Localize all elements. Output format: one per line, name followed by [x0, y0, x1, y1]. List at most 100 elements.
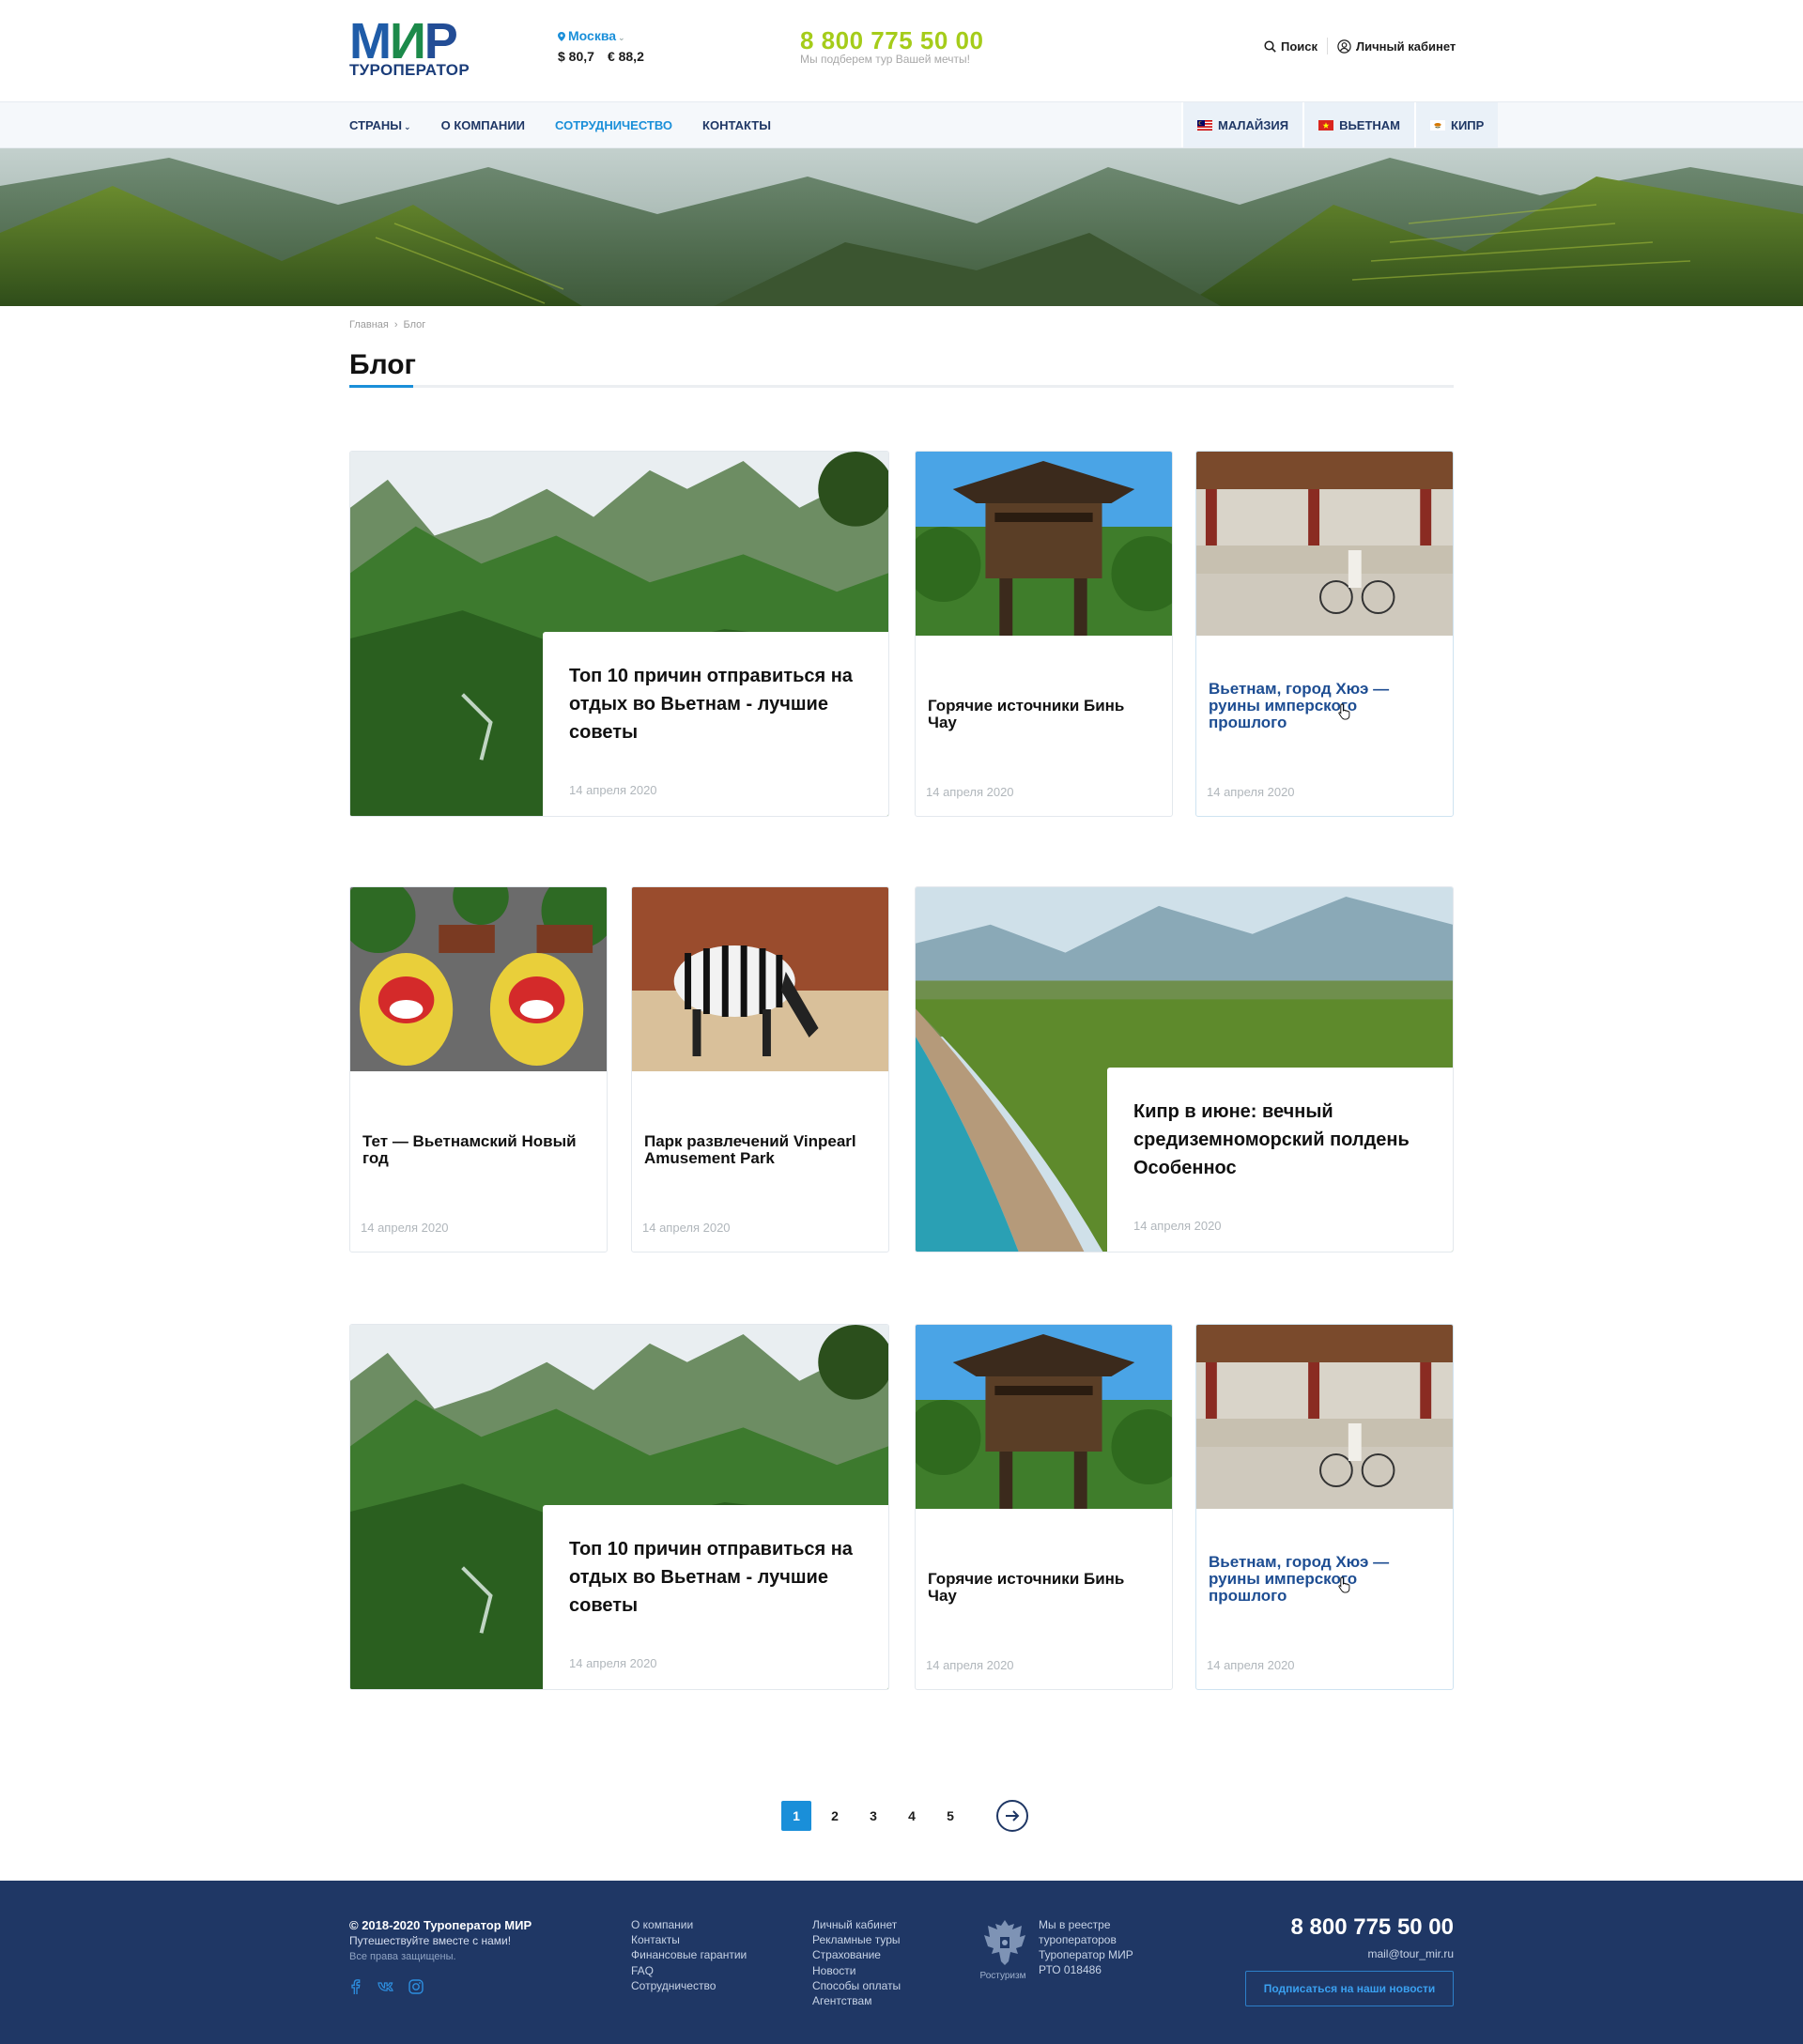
- currency-rates: $ 80,7 € 88,2: [558, 49, 644, 64]
- zebra-photo: [632, 887, 888, 1071]
- card-date: 14 апреля 2020: [569, 1656, 657, 1670]
- footer-link[interactable]: Сотрудничество: [631, 1978, 747, 1993]
- footer-link[interactable]: Способы оплаты: [812, 1978, 901, 1993]
- footer-link[interactable]: Личный кабинет: [812, 1917, 901, 1932]
- breadcrumb-home[interactable]: Главная: [349, 319, 389, 330]
- hand-pointer-icon: [1338, 1576, 1350, 1593]
- emblem-caption: Ростуризм: [979, 1971, 1026, 1981]
- card-title[interactable]: Кипр в июне: вечный средиземноморский по…: [1133, 1098, 1432, 1182]
- card-title[interactable]: Парк развлечений Vinpearl Amusement Park: [644, 1133, 873, 1167]
- blog-card[interactable]: Вьетнам, город Хюэ — руины имперского пр…: [1195, 451, 1454, 817]
- footer-phone[interactable]: 8 800 775 50 00: [1291, 1914, 1455, 1941]
- city-selector[interactable]: Москва ⌄: [558, 28, 625, 43]
- social-links: [347, 1978, 438, 1995]
- card-title[interactable]: Горячие источники Бинь Чау: [928, 1571, 1157, 1605]
- card-title[interactable]: Горячие источники Бинь Чау: [928, 698, 1157, 731]
- country-vietnam[interactable]: ВЬЕТНАМ: [1302, 102, 1415, 147]
- malaysia-flag-icon: [1197, 119, 1212, 131]
- pagoda-photo: [916, 1325, 1172, 1509]
- chevron-down-icon: ⌄: [404, 121, 411, 131]
- title-underline-accent: [349, 385, 413, 388]
- nav-item-contacts[interactable]: КОНТАКТЫ: [702, 118, 771, 132]
- coat-of-arms-icon: [984, 1920, 1025, 1965]
- hero-banner: [0, 148, 1803, 306]
- logo-subtitle: ТУРОПЕРАТОР: [349, 61, 470, 79]
- blog-card[interactable]: Парк развлечений Vinpearl Amusement Park…: [631, 886, 889, 1253]
- next-page-button[interactable]: [996, 1800, 1028, 1832]
- card-date: 14 апреля 2020: [361, 1221, 449, 1235]
- nav-item-partnership[interactable]: СОТРУДНИЧЕСТВО: [555, 118, 672, 132]
- footer-link[interactable]: Финансовые гарантии: [631, 1947, 747, 1962]
- hero-landscape-image: [0, 148, 1803, 306]
- registry-info: Мы в реестре туроператоров Туроператор М…: [1039, 1917, 1133, 1977]
- facebook-icon[interactable]: [347, 1978, 364, 1995]
- instagram-icon[interactable]: [408, 1978, 424, 1995]
- card-caption: Топ 10 причин отправиться на отдых во Вь…: [543, 632, 888, 816]
- country-label: ВЬЕТНАМ: [1339, 117, 1401, 132]
- footer-link[interactable]: Контакты: [631, 1932, 747, 1947]
- subscribe-button[interactable]: Подписаться на наши новости: [1245, 1971, 1454, 2006]
- card-caption: Топ 10 причин отправиться на отдых во Вь…: [543, 1505, 888, 1689]
- dragon-dance-photo: [350, 887, 607, 1071]
- footer-rights: Все права защищены.: [349, 1951, 456, 1962]
- card-title[interactable]: Вьетнам, город Хюэ — руины имперского пр…: [1209, 681, 1438, 731]
- footer-link[interactable]: О компании: [631, 1917, 747, 1932]
- title-underline: [349, 385, 1454, 388]
- arrow-right-icon: [1006, 1810, 1020, 1821]
- vk-icon[interactable]: [378, 1978, 394, 1995]
- registry-line: Мы в реестре: [1039, 1918, 1111, 1931]
- blog-card[interactable]: Вьетнам, город Хюэ — руины имперского пр…: [1195, 1324, 1454, 1690]
- card-title[interactable]: Вьетнам, город Хюэ — руины имперского пр…: [1209, 1554, 1438, 1605]
- country-label: МАЛАЙЗИЯ: [1218, 117, 1289, 132]
- footer-link[interactable]: Новости: [812, 1963, 901, 1978]
- search-icon: [1264, 39, 1276, 53]
- user-icon: [1337, 38, 1351, 54]
- location-pin-icon: [558, 32, 565, 41]
- country-malaysia[interactable]: МАЛАЙЗИЯ: [1181, 102, 1303, 147]
- hue-cyclist-photo: [1196, 1325, 1453, 1509]
- footer-slogan: Путешествуйте вместе с нами!: [349, 1934, 512, 1947]
- page-4[interactable]: 4: [897, 1801, 927, 1831]
- site-header: МИР ТУРОПЕРАТОР Москва ⌄ $ 80,7 € 88,2 8 8…: [0, 0, 1803, 101]
- country-cyprus[interactable]: КИПР: [1414, 102, 1499, 147]
- footer-email[interactable]: mail@tour_mir.ru: [1367, 1947, 1454, 1960]
- rate-usd: $ 80,7: [558, 49, 594, 64]
- card-title[interactable]: Тет — Вьетнамский Новый год: [362, 1133, 592, 1167]
- card-title[interactable]: Топ 10 причин отправиться на отдых во Вь…: [569, 662, 868, 746]
- divider: [1327, 38, 1329, 54]
- account-label: Личный кабинет: [1356, 38, 1456, 54]
- blog-card[interactable]: Топ 10 причин отправиться на отдых во Вь…: [349, 1324, 889, 1690]
- card-date: 14 апреля 2020: [1133, 1219, 1222, 1233]
- registry-line: РТО 018486: [1039, 1963, 1102, 1976]
- hand-pointer-icon: [1338, 703, 1350, 720]
- cyprus-flag-icon: [1430, 119, 1446, 131]
- blog-card[interactable]: Горячие источники Бинь Чау 14 апреля 202…: [915, 451, 1173, 817]
- page-2[interactable]: 2: [820, 1801, 850, 1831]
- nav-item-about[interactable]: О КОМПАНИИ: [441, 118, 525, 132]
- footer-link[interactable]: Страхование: [812, 1947, 901, 1962]
- footer-link[interactable]: FAQ: [631, 1963, 747, 1978]
- header-phone[interactable]: 8 800 775 50 00: [800, 26, 983, 55]
- blog-card[interactable]: Тет — Вьетнамский Новый год 14 апреля 20…: [349, 886, 608, 1253]
- page-3[interactable]: 3: [858, 1801, 888, 1831]
- breadcrumb-current: Блог: [403, 319, 426, 330]
- breadcrumb-separator: ›: [393, 319, 398, 330]
- blog-card[interactable]: Топ 10 причин отправиться на отдых во Вь…: [349, 451, 889, 817]
- account-button[interactable]: Личный кабинет: [1337, 39, 1456, 54]
- logo[interactable]: МИР ТУРОПЕРАТОР: [349, 16, 486, 81]
- page-title: Блог: [349, 349, 417, 380]
- search-button[interactable]: Поиск: [1264, 39, 1318, 54]
- blog-card[interactable]: Кипр в июне: вечный средиземноморский по…: [915, 886, 1454, 1253]
- nav-item-label: СТРАНЫ: [349, 117, 403, 132]
- country-shortcuts: МАЛАЙЗИЯ ВЬЕТНАМ КИПР: [1181, 102, 1499, 147]
- footer-link[interactable]: Агентствам: [812, 1993, 901, 2008]
- blog-card[interactable]: Горячие источники Бинь Чау 14 апреля 202…: [915, 1324, 1173, 1690]
- footer-link[interactable]: Рекламные туры: [812, 1932, 901, 1947]
- hue-cyclist-photo: [1196, 452, 1453, 636]
- card-title[interactable]: Топ 10 причин отправиться на отдых во Вь…: [569, 1535, 868, 1620]
- pagoda-photo: [916, 452, 1172, 636]
- page-1[interactable]: 1: [781, 1801, 811, 1831]
- page-5[interactable]: 5: [935, 1801, 965, 1831]
- footer-copyright: © 2018-2020 Туроператор МИР: [349, 1918, 532, 1932]
- nav-item-countries[interactable]: СТРАНЫ ⌄: [349, 118, 411, 132]
